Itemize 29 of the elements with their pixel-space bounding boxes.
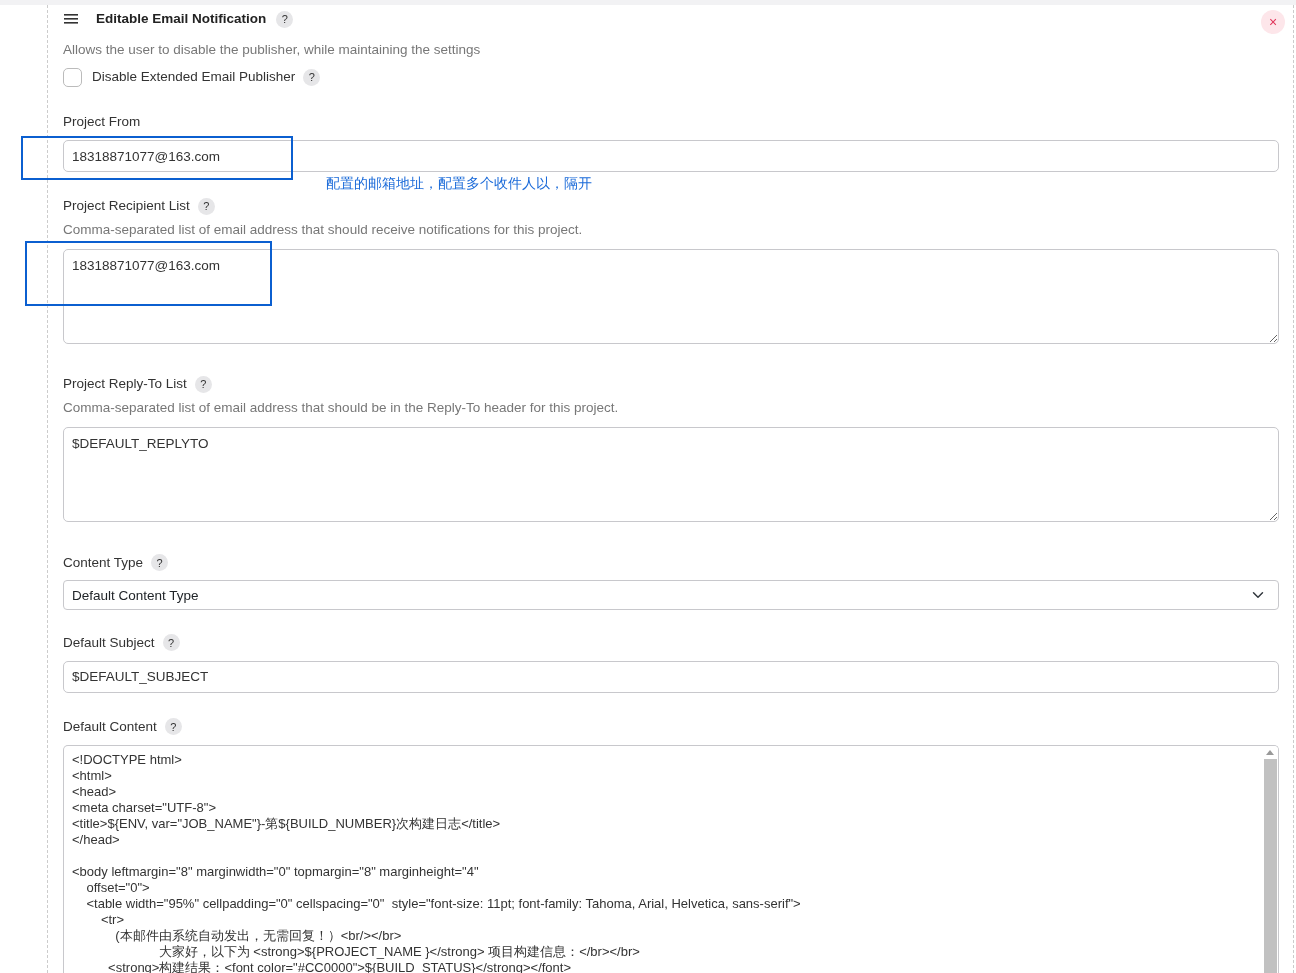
help-button[interactable]: ? (197, 197, 215, 215)
description-text: Comma-separated list of email address that should be in the Reply-To header for this project. (63, 399, 620, 418)
help-button[interactable]: ? (162, 634, 180, 651)
checkbox[interactable] (63, 67, 82, 87)
help-button[interactable]: ? (276, 10, 294, 28)
text-area[interactable]: 18318871077@163.com (63, 249, 1279, 344)
close-button[interactable]: × (1261, 10, 1285, 34)
content-type-select[interactable]: Default Content Type (63, 579, 1279, 610)
description-text: Allows the user to disable the publisher, while maintaining the settings (63, 41, 482, 59)
help-button[interactable]: ? (164, 718, 182, 735)
text-area[interactable]: $DEFAULT_REPLYTO (63, 427, 1279, 523)
scroll-up-icon[interactable] (1266, 749, 1274, 755)
field-label: Content Type (63, 553, 144, 572)
annotation-note: 配置的邮箱地址，配置多个收件人以，隔开 (326, 174, 592, 193)
section-title: Editable Email Notification (96, 9, 267, 28)
field-label: Project From (63, 113, 141, 131)
help-button[interactable]: ? (194, 375, 212, 393)
field-label: Project Recipient List (63, 197, 190, 215)
text-field[interactable]: $DEFAULT_SUBJECT (63, 660, 1279, 693)
field-label: Project Reply-To List (63, 375, 187, 394)
text-field[interactable]: 18318871077@163.com (63, 140, 1279, 172)
description-text: Comma-separated list of email address that should receive notifications for this project. (63, 221, 584, 239)
field-label: Default Content (63, 717, 157, 736)
drag-handle-icon[interactable] (64, 14, 78, 24)
field-label: Default Subject (63, 633, 155, 652)
help-button[interactable]: ? (303, 68, 321, 86)
checkbox-label: Disable Extended Email Publisher (92, 68, 296, 86)
scrollbar-thumb[interactable] (1263, 758, 1277, 973)
help-button[interactable]: ? (151, 554, 169, 571)
